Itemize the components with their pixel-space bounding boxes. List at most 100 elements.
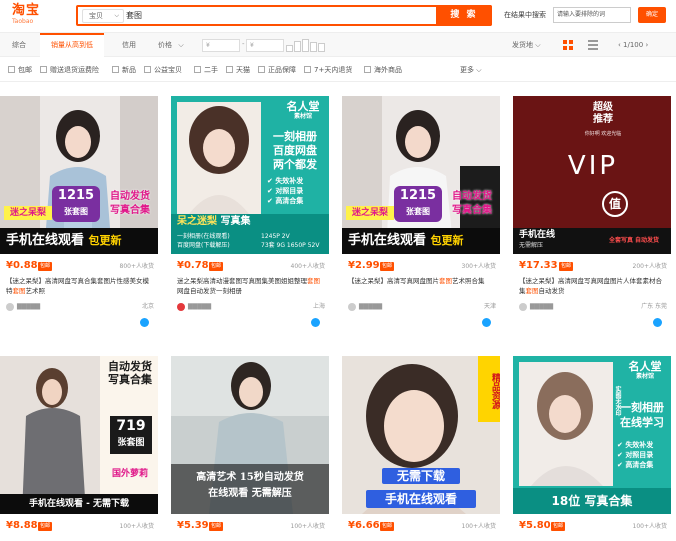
product-card[interactable]: 1215 张套图 自动发货 写真合集 迷之呆梨 手机在线观看 包更新 ¥2.99… — [342, 96, 500, 340]
price: ¥2.99 — [348, 260, 380, 271]
product-image[interactable]: 超级 推荐 你好啊 欢迎光临 VIP 值 手机在线 无需解压 全套写真 自动发货 — [513, 96, 671, 254]
filter-return-insurance[interactable]: 赠送退货运费险 — [40, 64, 99, 76]
product-image[interactable]: 精品资源 无需下载 手机在线观看 — [342, 356, 500, 514]
filter-label: 7+天内退货 — [314, 66, 353, 74]
product-image[interactable]: 1215 张套图 自动发货 写真合集 迷之呆梨 手机在线观看 包更新 — [0, 96, 158, 254]
filter-label: 天猫 — [236, 66, 250, 74]
list-view-icon[interactable] — [588, 40, 598, 50]
chevron-right-icon[interactable]: › — [645, 41, 648, 49]
filter-label: 正品保障 — [268, 66, 296, 74]
chat-icon[interactable] — [482, 318, 491, 327]
feature-list: ✔ 失效补发 ✔ 对照目录 ✔ 高清合集 — [267, 176, 325, 206]
sold-count: 300+人收货 — [461, 263, 496, 270]
art-line: 在线学习 — [620, 416, 664, 429]
product-card[interactable]: 名人堂 素材馆 一刻相册 百度网盘 两个都发 ✔ 失效补发 ✔ 对照目录 ✔ 高… — [171, 96, 329, 340]
filter-tmall[interactable]: 天猫 — [226, 64, 250, 76]
art-line: 自动发货 — [108, 360, 152, 373]
sold-count: 100+人收货 — [290, 523, 325, 530]
welcome-text: 你好啊 欢迎光临 — [584, 131, 622, 137]
shop-icon — [177, 303, 185, 311]
product-title[interactable]: 【迷之呆梨】高清网盘写真网盘图片人体套素材合集套图自动发货 — [519, 276, 667, 296]
sort-tab-credit[interactable]: 信用 — [112, 33, 146, 57]
filter-secondhand[interactable]: 二手 — [194, 64, 218, 76]
product-card[interactable]: 1215 张套图 自动发货 写真合集 迷之呆梨 手机在线观看 包更新 ¥0.88… — [0, 96, 158, 340]
price-row: ¥5.39 包邮 100+人收货 — [177, 520, 325, 532]
art-text: 73套 9G 1650P 52V — [261, 242, 320, 249]
art-text: 呆之迷梨 — [177, 216, 217, 227]
product-image[interactable]: 名人堂 素材馆 一刻相册 百度网盘 两个都发 ✔ 失效补发 ✔ 对照目录 ✔ 高… — [171, 96, 329, 254]
brand-tag: 名人堂 素材馆 — [279, 100, 327, 121]
product-card[interactable]: 超级 推荐 你好啊 欢迎光临 VIP 值 手机在线 无需解压 全套写真 自动发货… — [513, 96, 671, 340]
shop-name[interactable]: ▇▇▇▇▇ — [17, 302, 40, 312]
price-row: ¥5.80 包邮 100+人收货 — [519, 520, 667, 532]
location: 广东 东莞 — [641, 303, 667, 310]
art-line: ✔ 高清合集 — [267, 197, 304, 205]
shop-name[interactable]: ▇▇▇▇▇ — [530, 302, 553, 312]
product-title[interactable]: 迷之呆梨高清动漫套图写真图集美图姐姐整理套图网盘自动发货一刻相册 — [177, 276, 325, 296]
art-text: 1245P 2V — [261, 233, 290, 240]
location: 上海 — [312, 303, 325, 310]
location: 北京 — [141, 303, 154, 310]
filter-free-shipping[interactable]: 包邮 — [8, 64, 32, 76]
search-input[interactable]: 套图 — [126, 9, 142, 23]
product-title[interactable]: 【迷之呆梨】高清写真网盘图片套图艺术照合集 — [348, 276, 496, 296]
shipping-location-select[interactable]: 发货地 ⌵ — [512, 33, 541, 57]
chat-icon[interactable] — [653, 318, 662, 327]
filter-genuine[interactable]: 正品保障 — [258, 64, 296, 76]
product-title[interactable]: 【迷之呆梨】高清网盘写真合集套图片性感美女模特套图艺术照 — [6, 276, 154, 296]
checkbox-icon — [144, 66, 151, 73]
search-scope-select[interactable]: 宝贝 ⌵ — [82, 9, 124, 23]
filter-7day-return[interactable]: 7+天内退货 — [304, 64, 352, 76]
product-card[interactable]: 名人堂 素材馆 实图无水印 一刻相册 在线学习 ✔ 失效补发 ✔ 对照目录 ✔ … — [513, 356, 671, 541]
page-indicator: ‹ 1/100 › — [618, 33, 648, 57]
headline: 一刻相册 在线学习 — [613, 400, 671, 430]
filter-new[interactable]: 新品 — [112, 64, 136, 76]
price: ¥0.88 — [6, 260, 38, 271]
product-card[interactable]: 自动发货 写真合集 719 张套图 国外萝莉 手机在线观看 - 无需下载 ¥8.… — [0, 356, 158, 541]
brand-tag: 国外萝莉 — [111, 469, 148, 479]
price-row: ¥0.88 包邮 800+人收货 — [6, 260, 154, 272]
photo-count: 1215 — [57, 188, 95, 203]
title-text: 自动发货 — [538, 287, 565, 295]
sort-tab-default[interactable]: 综合 — [6, 33, 32, 57]
product-image[interactable]: 自动发货 写真合集 719 张套图 国外萝莉 手机在线观看 - 无需下载 — [0, 356, 158, 514]
banner-highlight: 包更新 — [430, 234, 464, 247]
feature-list: ✔ 失效补发 ✔ 对照目录 ✔ 高清合集 — [617, 440, 671, 470]
taobao-logo[interactable]: 淘宝 Taobao — [12, 4, 52, 28]
filter-charity[interactable]: 公益宝贝 — [144, 64, 182, 76]
banner-text: 手机在线观看 — [6, 233, 85, 248]
exclude-confirm-button[interactable]: 确定 — [638, 7, 666, 23]
art-line: ✔ 失效补发 — [267, 177, 304, 185]
product-image[interactable]: 高清艺术 15秒自动发货 在线观看 无需解压 — [171, 356, 329, 514]
free-shipping-badge: 包邮 — [380, 522, 395, 531]
free-shipping-badge: 包邮 — [209, 522, 224, 531]
filter-more-label: 更多 — [460, 66, 474, 74]
product-image[interactable]: 名人堂 素材馆 实图无水印 一刻相册 在线学习 ✔ 失效补发 ✔ 对照目录 ✔ … — [513, 356, 671, 514]
price-row: ¥6.66 包邮 100+人收货 — [348, 520, 496, 532]
chat-icon[interactable] — [311, 318, 320, 327]
art-line: 1245P 2V 73套 9G 1650P 52V — [261, 232, 319, 250]
product-image[interactable]: 1215 张套图 自动发货 写真合集 迷之呆梨 手机在线观看 包更新 — [342, 96, 500, 254]
checkbox-icon — [364, 66, 371, 73]
exclude-search-input[interactable]: 请输入要排除的词 — [553, 7, 631, 23]
price-min-input[interactable]: ¥ — [202, 39, 240, 52]
product-card[interactable]: 高清艺术 15秒自动发货 在线观看 无需解压 ¥5.39 包邮 100+人收货 — [171, 356, 329, 541]
grid-view-icon[interactable] — [563, 40, 573, 50]
banner-subtext: 无需解压 — [519, 242, 544, 249]
sort-tab-sales[interactable]: 销量从高到低 — [40, 33, 104, 57]
shop-row: ▇▇▇▇▇ 北京 — [6, 302, 154, 312]
brand-tag: 迷之呆梨 — [4, 206, 52, 220]
shop-name[interactable]: ▇▇▇▇▇ — [359, 302, 382, 312]
price-max-input[interactable]: ¥ — [246, 39, 284, 52]
price-range-histogram[interactable] — [286, 39, 326, 52]
banner-tags: 全套写真 自动发货 — [608, 237, 660, 244]
search-button[interactable]: 搜 索 — [436, 5, 492, 26]
sort-tab-price[interactable]: 价格 — [152, 33, 178, 57]
chat-icon[interactable] — [140, 318, 149, 327]
product-card[interactable]: 精品资源 无需下载 手机在线观看 ¥6.66 包邮 100+人收货 — [342, 356, 500, 541]
filter-label: 新品 — [122, 66, 136, 74]
filter-overseas[interactable]: 海外商品 — [364, 64, 402, 76]
shop-name[interactable]: ▇▇▇▇▇ — [188, 302, 211, 312]
filter-more-button[interactable]: 更多 ⌵ — [460, 64, 482, 76]
free-shipping-badge: 包邮 — [209, 262, 224, 271]
